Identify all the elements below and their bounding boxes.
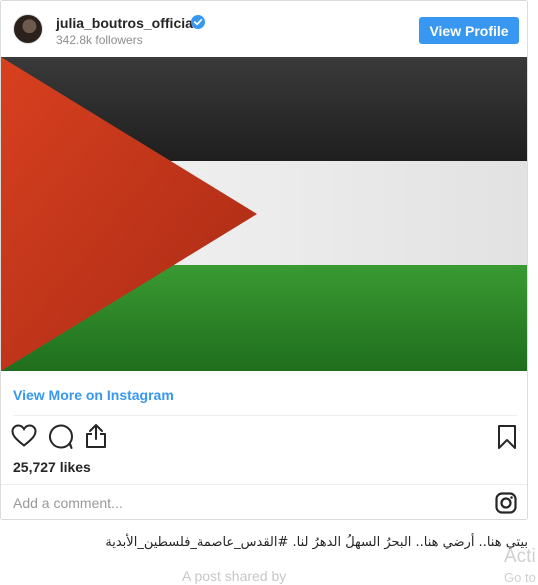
activate-windows-watermark: Acti: [504, 546, 536, 567]
view-profile-button[interactable]: View Profile: [419, 17, 519, 44]
share-icon[interactable]: [84, 423, 108, 449]
like-count[interactable]: 25,727 likes: [13, 459, 91, 475]
divider: [13, 415, 517, 416]
post-image[interactable]: [1, 57, 527, 371]
comment-icon[interactable]: [48, 424, 74, 450]
instagram-logo-icon[interactable]: [495, 492, 517, 514]
comment-input[interactable]: [13, 493, 473, 513]
post-header: julia_boutros_official 342.8k followers …: [1, 1, 527, 57]
divider: [1, 484, 527, 485]
bookmark-icon[interactable]: [497, 424, 517, 450]
action-bar: [1, 421, 527, 453]
view-more-link[interactable]: View More on Instagram: [13, 387, 174, 403]
palestinian-flag-image: [1, 57, 527, 371]
avatar[interactable]: [13, 14, 43, 44]
verified-badge-icon: [191, 15, 205, 29]
follower-count: 342.8k followers: [56, 33, 143, 47]
username[interactable]: julia_boutros_official: [56, 15, 197, 31]
activate-windows-subtext: Go to: [504, 570, 536, 585]
heart-icon[interactable]: [11, 424, 37, 448]
post-caption: بيتي هنا.. أرضي هنا.. البحرُ السهلُ الده…: [105, 535, 528, 550]
instagram-embed-card: julia_boutros_official 342.8k followers …: [0, 0, 528, 520]
